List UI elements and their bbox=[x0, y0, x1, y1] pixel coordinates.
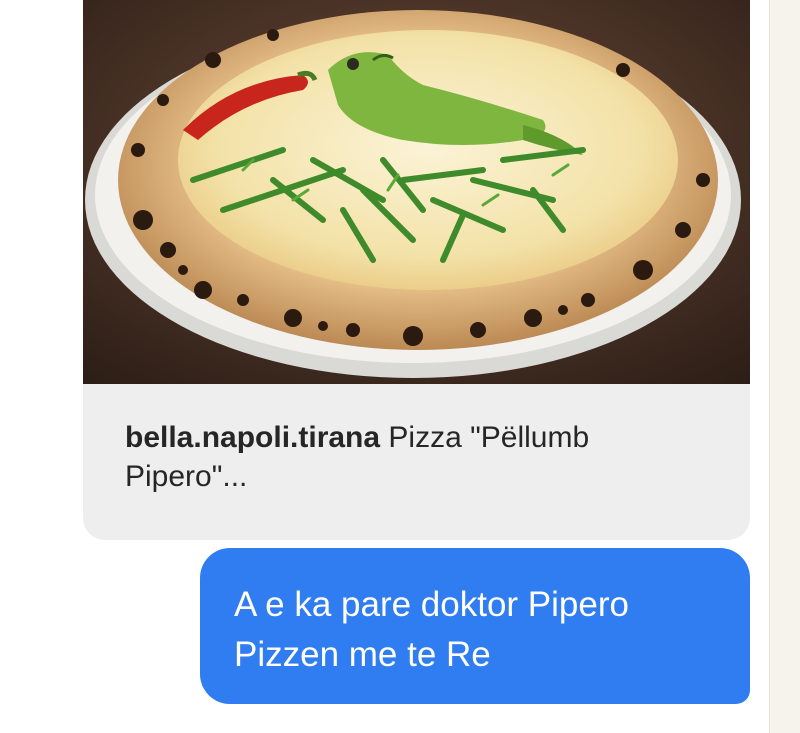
shared-instagram-post[interactable]: bella.napoli.tirana Pizza "Pëllumb Piper… bbox=[83, 0, 750, 540]
caption-text-2: Pipero"... bbox=[125, 460, 248, 493]
sent-message-bubble[interactable]: A e ka pare doktor Pipero Pizzen me te R… bbox=[200, 548, 750, 704]
post-username[interactable]: bella.napoli.tirana bbox=[125, 421, 380, 454]
side-panel-edge bbox=[769, 0, 800, 733]
message-line-2: Pizzen me te Re bbox=[234, 634, 491, 674]
post-image[interactable] bbox=[83, 0, 750, 384]
caption-text-1: Pizza "Pëllumb bbox=[388, 421, 590, 454]
pizza-photo bbox=[83, 0, 750, 384]
message-line-1: A e ka pare doktor Pipero bbox=[234, 585, 629, 624]
chat-thread: bella.napoli.tirana Pizza "Pëllumb Piper… bbox=[0, 0, 800, 733]
post-caption: bella.napoli.tirana Pizza "Pëllumb Piper… bbox=[125, 418, 725, 496]
